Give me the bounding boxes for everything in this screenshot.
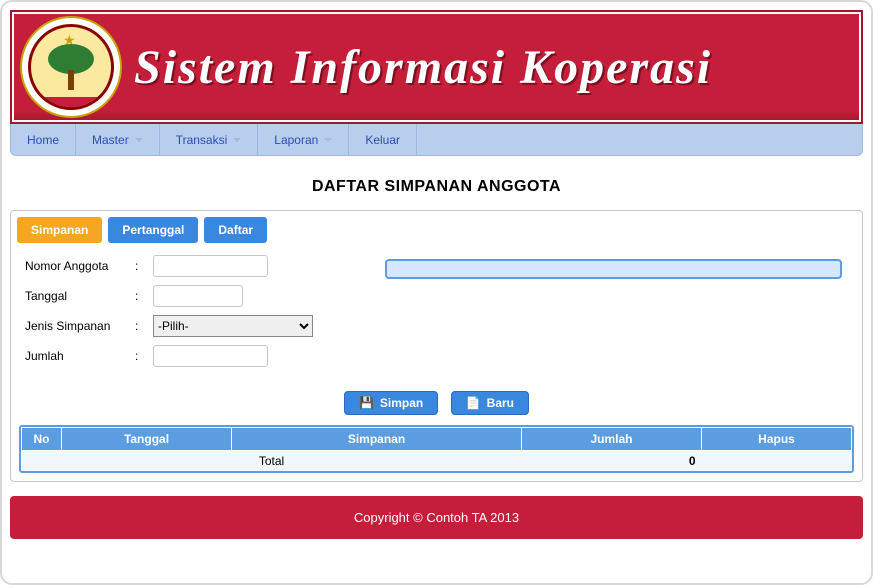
tanggal-input[interactable]: [153, 285, 243, 307]
menu-label: Laporan: [274, 133, 318, 147]
menu-label: Master: [92, 133, 129, 147]
main-menubar: Home Master Transaksi Laporan Keluar: [10, 124, 863, 156]
tab-label: Simpanan: [31, 223, 88, 237]
form-left: Nomor Anggota : Tanggal : Jenis Simpanan…: [25, 255, 365, 375]
col-no: No: [22, 428, 62, 451]
menu-label: Transaksi: [176, 133, 228, 147]
total-label: Total: [22, 451, 522, 472]
chevron-down-icon: [324, 138, 332, 142]
ribbon-icon: [35, 97, 107, 110]
button-label: Baru: [487, 396, 514, 410]
tab-label: Pertanggal: [122, 223, 184, 237]
main-panel: Simpanan Pertanggal Daftar Nomor Anggota…: [10, 210, 863, 482]
app-window: ★ Sistem Informasi Koperasi Home Master …: [0, 0, 873, 585]
menu-home[interactable]: Home: [11, 124, 76, 155]
menu-master[interactable]: Master: [76, 124, 160, 155]
footer-text: Copyright © Contoh TA 2013: [354, 510, 519, 525]
tab-label: Daftar: [218, 223, 253, 237]
menu-keluar[interactable]: Keluar: [349, 124, 417, 155]
tab-pertanggal[interactable]: Pertanggal: [108, 217, 198, 243]
app-title: Sistem Informasi Koperasi: [134, 40, 712, 95]
document-icon: 📄: [466, 396, 481, 410]
col-hapus: Hapus: [702, 428, 852, 451]
tab-daftar[interactable]: Daftar: [204, 217, 267, 243]
label-tanggal: Tanggal: [25, 289, 135, 303]
total-value: 0: [522, 451, 702, 472]
total-row: Total 0: [22, 451, 852, 472]
col-jumlah: Jumlah: [522, 428, 702, 451]
menu-laporan[interactable]: Laporan: [258, 124, 349, 155]
jenis-simpanan-select[interactable]: -Pilih-: [153, 315, 313, 337]
save-icon: 💾: [359, 396, 374, 410]
col-simpanan: Simpanan: [232, 428, 522, 451]
label-jenis-simpanan: Jenis Simpanan: [25, 319, 135, 333]
jumlah-input[interactable]: [153, 345, 268, 367]
nomor-anggota-input[interactable]: [153, 255, 268, 277]
col-tanggal: Tanggal: [62, 428, 232, 451]
logo-emblem: ★: [22, 18, 120, 116]
tab-simpanan[interactable]: Simpanan: [17, 217, 102, 243]
page-title: DAFTAR SIMPANAN ANGGOTA: [10, 178, 863, 196]
simpan-button[interactable]: 💾 Simpan: [344, 391, 438, 415]
header-banner: ★ Sistem Informasi Koperasi: [10, 10, 863, 124]
tab-bar: Simpanan Pertanggal Daftar: [17, 217, 856, 243]
status-bar: [385, 259, 842, 279]
footer: Copyright © Contoh TA 2013: [10, 496, 863, 539]
menu-label: Home: [27, 133, 59, 147]
baru-button[interactable]: 📄 Baru: [451, 391, 529, 415]
button-label: Simpan: [380, 396, 423, 410]
menu-label: Keluar: [365, 133, 400, 147]
menu-transaksi[interactable]: Transaksi: [160, 124, 259, 155]
label-jumlah: Jumlah: [25, 349, 135, 363]
label-nomor-anggota: Nomor Anggota: [25, 259, 135, 273]
button-row: 💾 Simpan 📄 Baru: [17, 391, 856, 415]
chevron-down-icon: [233, 138, 241, 142]
data-grid: No Tanggal Simpanan Jumlah Hapus Total 0: [19, 425, 854, 473]
form-area: Nomor Anggota : Tanggal : Jenis Simpanan…: [17, 255, 856, 383]
chevron-down-icon: [135, 138, 143, 142]
